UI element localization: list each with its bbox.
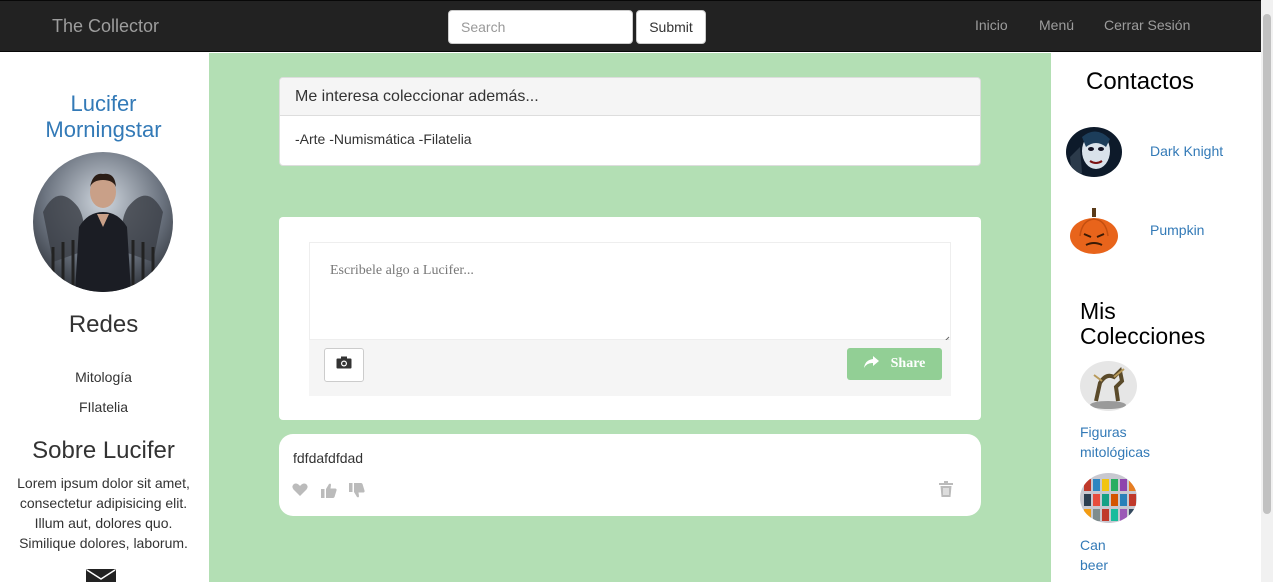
scrollbar[interactable] — [1261, 0, 1273, 582]
camera-button[interactable] — [324, 348, 364, 382]
collection-thumb-figuras[interactable] — [1080, 361, 1137, 411]
share-arrow-icon — [863, 355, 879, 373]
redes-title: Redes — [68, 311, 139, 338]
resize-grip-icon[interactable] — [942, 331, 950, 344]
collection-thumb-can-beer[interactable] — [1080, 473, 1137, 523]
contact-name-pumpkin[interactable]: Pumpkin — [1150, 222, 1204, 238]
submit-button[interactable]: Submit — [636, 10, 706, 44]
heart-icon[interactable] — [292, 483, 308, 502]
search-input[interactable] — [448, 10, 633, 44]
thumbs-up-icon[interactable] — [321, 483, 337, 503]
collections-title: Mis Colecciones — [1080, 298, 1206, 349]
interests-body: -Arte -Numismática -Filatelia — [295, 131, 472, 147]
share-button[interactable]: Share — [847, 348, 942, 380]
profile-sidebar: Lucifer Morningstar Redes Mitología FIla… — [0, 53, 209, 582]
nav-link-logout[interactable]: Cerrar Sesión — [1104, 17, 1190, 33]
post-card: fdfdafdfdad — [279, 434, 981, 516]
profile-avatar — [33, 152, 173, 292]
about-title: Sobre Lucifer — [32, 437, 175, 464]
thumbs-down-icon[interactable] — [349, 483, 365, 503]
collection-name-figuras[interactable]: Figuras mitológicas — [1080, 422, 1190, 462]
collection-name-can-beer[interactable]: Can beer — [1080, 535, 1190, 575]
about-text: Lorem ipsum dolor sit amet, consectetur … — [17, 475, 190, 551]
trash-icon[interactable] — [939, 481, 953, 502]
post-text: fdfdafdfdad — [293, 450, 364, 466]
navbar: The Collector Submit Inicio Menú Cerrar … — [0, 0, 1261, 52]
post-composer: Escribele algo a Lucifer... Share — [279, 217, 981, 420]
interests-title: Me interesa coleccionar además... — [280, 78, 980, 116]
composer-toolbar: Share — [309, 340, 951, 396]
redes-item-mitologia[interactable]: Mitología — [0, 369, 207, 385]
nav-link-inicio[interactable]: Inicio — [975, 17, 1008, 33]
brand-link[interactable]: The Collector — [52, 16, 159, 37]
contact-avatar-dark-knight[interactable] — [1066, 127, 1122, 177]
contacts-title: Contactos — [1086, 68, 1195, 95]
interests-panel: Me interesa coleccionar además... -Arte … — [279, 77, 981, 166]
scrollbar-thumb[interactable] — [1263, 14, 1271, 514]
share-label: Share — [890, 356, 926, 371]
camera-icon — [336, 356, 352, 374]
envelope-icon[interactable] — [86, 567, 116, 582]
contact-name-dark-knight[interactable]: Dark Knight — [1150, 143, 1223, 159]
main-content: Me interesa coleccionar además... -Arte … — [209, 53, 1051, 582]
nav-link-menu[interactable]: Menú — [1039, 17, 1074, 33]
contact-avatar-pumpkin[interactable] — [1066, 206, 1122, 256]
post-textarea[interactable]: Escribele algo a Lucifer... — [309, 242, 951, 340]
profile-name[interactable]: Lucifer Morningstar — [0, 91, 207, 143]
redes-item-filatelia[interactable]: FIlatelia — [0, 399, 207, 415]
right-sidebar: Contactos Dark Knight Pumpkin Mis Colecc… — [1051, 53, 1261, 582]
